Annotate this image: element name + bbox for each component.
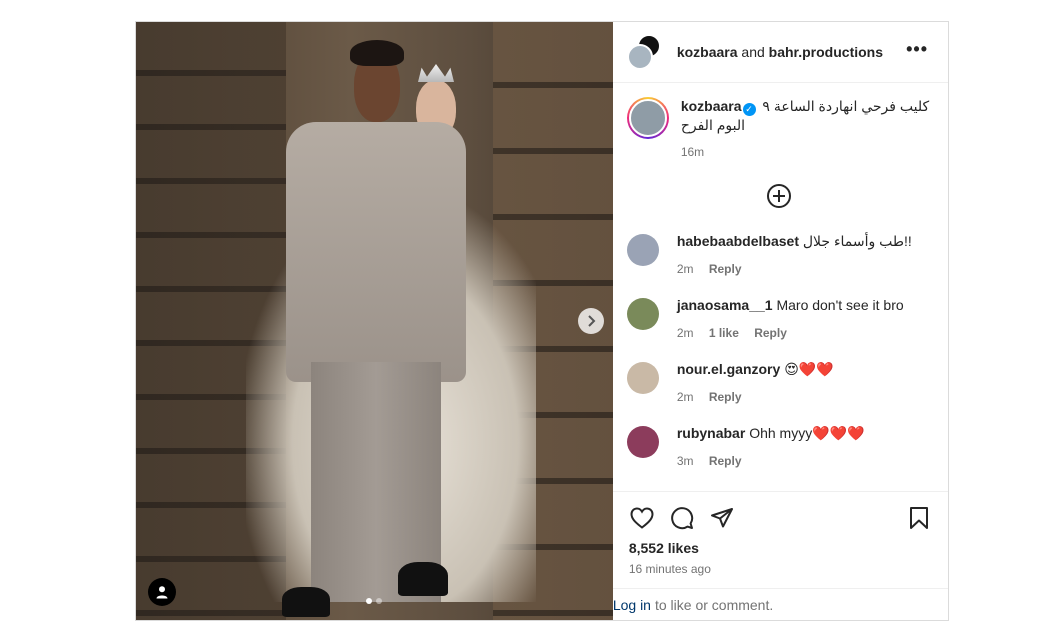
reply-button[interactable]: Reply — [754, 326, 787, 340]
reply-button[interactable]: Reply — [709, 262, 742, 276]
verified-badge-icon: ✓ — [742, 103, 756, 116]
caption-text-line2: البوم الفرح — [680, 117, 745, 133]
post-time: 16 minutes ago — [628, 562, 711, 576]
more-options-icon[interactable]: ••• — [906, 40, 928, 58]
comment-avatar[interactable] — [626, 426, 659, 458]
user-silhouette-icon — [156, 586, 168, 599]
login-prompt: Log in to like or comment. — [612, 588, 948, 620]
collaborator-username[interactable]: bahr.productions — [769, 44, 883, 60]
groom-shoe-right — [398, 562, 448, 596]
post-actions: 8,552 likes 16 minutes ago — [612, 491, 948, 576]
comment-username[interactable]: janaosama__1 — [677, 297, 773, 313]
comment-likes[interactable]: 1 like — [709, 326, 739, 340]
authors-joiner: and — [741, 44, 765, 60]
bookmark-icon[interactable] — [906, 505, 932, 531]
login-link[interactable]: Log in — [613, 597, 651, 613]
comment-time: 2m — [676, 390, 694, 404]
comment-text: Ohh myyy❤️❤️❤️ — [749, 425, 865, 441]
caption-username[interactable]: kozbaara — [681, 98, 742, 114]
comment-username[interactable]: rubynabar — [677, 425, 745, 441]
comment-time: 2m — [676, 262, 694, 276]
comment-text: طب وأسماء جلال!! — [802, 233, 912, 249]
bride-crown — [418, 64, 454, 82]
caption-time: 16m — [680, 145, 705, 159]
comment-avatar[interactable] — [626, 234, 659, 266]
share-icon[interactable] — [709, 505, 735, 531]
comment: rubynabar Ohh myyy❤️❤️❤️ 3m Reply — [626, 424, 932, 470]
comment: janaosama__1 Maro don't see it bro 2m 1 … — [626, 296, 932, 342]
reply-button[interactable]: Reply — [709, 390, 742, 404]
comment: nour.el.ganzory 😍❤️❤️ 2m Reply — [626, 360, 932, 406]
comment-text: 😍❤️❤️ — [784, 361, 834, 377]
reply-button[interactable]: Reply — [709, 454, 742, 468]
carousel-dot — [376, 598, 383, 604]
load-more-comments[interactable] — [627, 184, 932, 208]
post-media[interactable] — [136, 22, 613, 620]
caption-avatar[interactable] — [626, 97, 669, 139]
groom-jacket — [286, 122, 466, 382]
groom-hair — [350, 40, 404, 66]
heart-icon[interactable] — [629, 505, 655, 531]
login-prompt-text: to like or comment. — [654, 596, 774, 613]
author-username[interactable]: kozbaara — [677, 44, 738, 60]
plus-circle-icon[interactable] — [767, 184, 792, 208]
next-arrow-icon — [588, 315, 596, 327]
comment-icon[interactable] — [669, 505, 695, 531]
post-caption: kozbaara ✓ كليب فرحي انهاردة الساعة ٩ الب… — [626, 97, 932, 162]
comment-text: Maro don't see it bro — [776, 297, 904, 313]
collab-avatars[interactable] — [626, 34, 663, 70]
carousel-indicator — [136, 598, 613, 604]
chevron-right-icon[interactable] — [578, 308, 604, 334]
author-avatar[interactable] — [626, 44, 653, 70]
comment-avatar[interactable] — [626, 298, 659, 330]
comment-username[interactable]: habebaabdelbaset — [677, 233, 799, 249]
comment-time: 3m — [676, 454, 694, 468]
comments-section: kozbaara ✓ كليب فرحي انهاردة الساعة ٩ الب… — [613, 83, 948, 491]
instagram-post: kozbaara and bahr.productions ••• kozbaa… — [135, 21, 949, 621]
comment-time: 2m — [676, 326, 694, 340]
carousel-dot-active — [366, 598, 373, 604]
post-sidebar: kozbaara and bahr.productions ••• kozbaa… — [612, 22, 948, 620]
comment-username[interactable]: nour.el.ganzory — [677, 361, 780, 377]
post-authors: kozbaara and bahr.productions — [677, 44, 883, 60]
post-header: kozbaara and bahr.productions ••• — [612, 22, 948, 83]
caption-text: كليب فرحي انهاردة الساعة ٩ — [762, 98, 930, 114]
comment-avatar[interactable] — [626, 362, 659, 394]
comment: habebaabdelbaset طب وأسماء جلال!! 2m Rep… — [626, 232, 932, 278]
likes-count[interactable]: 8,552 likes — [629, 540, 932, 556]
